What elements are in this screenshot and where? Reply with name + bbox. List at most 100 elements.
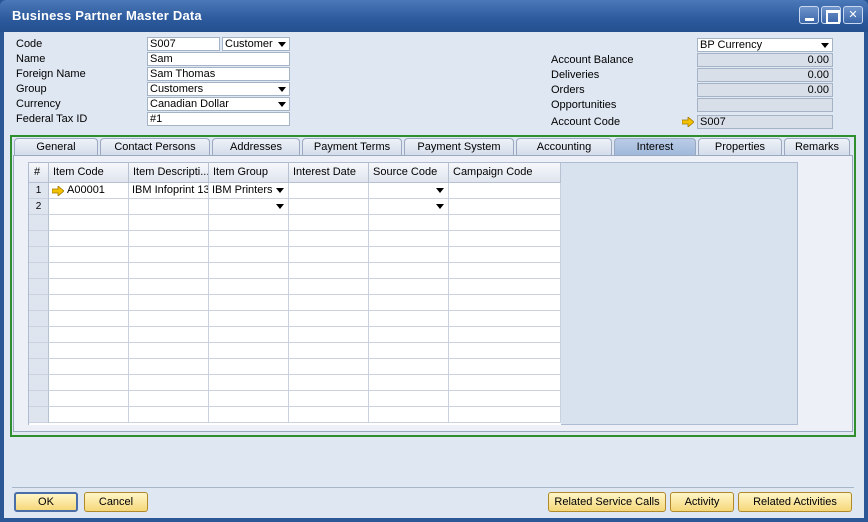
empty-cell[interactable] [369, 295, 449, 311]
table-row-item-group[interactable] [209, 199, 289, 215]
empty-cell[interactable] [129, 391, 209, 407]
table-row-item-group[interactable]: IBM Printers [209, 183, 289, 199]
cancel-button[interactable]: Cancel [84, 492, 148, 512]
empty-cell[interactable] [449, 295, 561, 311]
name-field[interactable]: Sam [147, 52, 290, 66]
column-header-campaign-code[interactable]: Campaign Code [449, 163, 561, 183]
row-number[interactable]: 2 [29, 199, 49, 215]
maximize-icon[interactable] [821, 6, 841, 24]
tab-contact-persons[interactable]: Contact Persons [100, 138, 210, 156]
table-row-item-code[interactable] [49, 199, 129, 215]
table-row-interest-date[interactable] [289, 199, 369, 215]
empty-cell[interactable] [449, 247, 561, 263]
empty-cell[interactable] [369, 407, 449, 423]
tab-payment-terms[interactable]: Payment Terms [302, 138, 402, 156]
empty-cell[interactable] [369, 327, 449, 343]
empty-cell[interactable] [449, 279, 561, 295]
table-row-campaign-code[interactable] [449, 183, 561, 199]
group-select[interactable]: Customers [147, 82, 290, 96]
empty-cell[interactable] [49, 247, 129, 263]
empty-cell[interactable] [449, 375, 561, 391]
table-row-item-code[interactable]: A00001 [49, 183, 129, 199]
empty-cell[interactable] [129, 295, 209, 311]
empty-cell[interactable] [369, 247, 449, 263]
foreign-name-field[interactable]: Sam Thomas [147, 67, 290, 81]
tab-general[interactable]: General [14, 138, 98, 156]
ok-button[interactable]: OK [14, 492, 78, 512]
empty-cell[interactable] [449, 263, 561, 279]
empty-cell[interactable] [289, 295, 369, 311]
empty-cell[interactable] [369, 359, 449, 375]
related-activities-button[interactable]: Related Activities [738, 492, 852, 512]
empty-cell[interactable] [49, 407, 129, 423]
table-row-description[interactable] [129, 199, 209, 215]
empty-cell[interactable] [289, 215, 369, 231]
empty-cell[interactable] [129, 343, 209, 359]
empty-cell[interactable] [289, 391, 369, 407]
related-service-calls-button[interactable]: Related Service Calls [548, 492, 666, 512]
empty-cell[interactable] [209, 215, 289, 231]
empty-cell[interactable] [129, 407, 209, 423]
empty-cell[interactable] [289, 311, 369, 327]
table-row-interest-date[interactable] [289, 183, 369, 199]
row-number[interactable] [29, 247, 49, 263]
empty-cell[interactable] [449, 343, 561, 359]
empty-cell[interactable] [49, 311, 129, 327]
empty-cell[interactable] [289, 375, 369, 391]
empty-cell[interactable] [289, 407, 369, 423]
empty-cell[interactable] [49, 327, 129, 343]
empty-cell[interactable] [209, 343, 289, 359]
empty-cell[interactable] [289, 247, 369, 263]
empty-cell[interactable] [369, 231, 449, 247]
empty-cell[interactable] [449, 407, 561, 423]
empty-cell[interactable] [289, 359, 369, 375]
empty-cell[interactable] [209, 327, 289, 343]
tab-properties[interactable]: Properties [698, 138, 782, 156]
empty-cell[interactable] [129, 215, 209, 231]
row-number[interactable] [29, 295, 49, 311]
tab-payment-system[interactable]: Payment System [404, 138, 514, 156]
empty-cell[interactable] [49, 263, 129, 279]
empty-cell[interactable] [49, 215, 129, 231]
column-header-item-code[interactable]: Item Code [49, 163, 129, 183]
table-row-description[interactable]: IBM Infoprint 1312 [129, 183, 209, 199]
empty-cell[interactable] [49, 279, 129, 295]
table-row-source-code[interactable] [369, 183, 449, 199]
column-header-item-group[interactable]: Item Group [209, 163, 289, 183]
empty-cell[interactable] [129, 311, 209, 327]
empty-cell[interactable] [49, 391, 129, 407]
empty-cell[interactable] [369, 215, 449, 231]
row-number[interactable] [29, 231, 49, 247]
activity-button[interactable]: Activity [670, 492, 734, 512]
empty-cell[interactable] [289, 231, 369, 247]
row-number[interactable] [29, 215, 49, 231]
federal-tax-id-field[interactable]: #1 [147, 112, 290, 126]
empty-cell[interactable] [209, 407, 289, 423]
tab-interest[interactable]: Interest [614, 138, 696, 156]
link-arrow-icon[interactable] [52, 186, 64, 196]
empty-cell[interactable] [209, 247, 289, 263]
empty-cell[interactable] [129, 375, 209, 391]
row-number[interactable]: 1 [29, 183, 49, 199]
tab-addresses[interactable]: Addresses [212, 138, 300, 156]
row-number[interactable] [29, 327, 49, 343]
empty-cell[interactable] [449, 359, 561, 375]
minimize-icon[interactable] [799, 6, 819, 24]
empty-cell[interactable] [369, 391, 449, 407]
empty-cell[interactable] [449, 311, 561, 327]
empty-cell[interactable] [209, 295, 289, 311]
code-field[interactable]: S007 [147, 37, 220, 51]
empty-cell[interactable] [369, 343, 449, 359]
empty-cell[interactable] [449, 215, 561, 231]
table-row-source-code[interactable] [369, 199, 449, 215]
empty-cell[interactable] [129, 247, 209, 263]
row-number[interactable] [29, 311, 49, 327]
empty-cell[interactable] [209, 263, 289, 279]
empty-cell[interactable] [369, 279, 449, 295]
empty-cell[interactable] [209, 359, 289, 375]
title-bar[interactable]: Business Partner Master Data ✕ [0, 0, 868, 32]
empty-cell[interactable] [449, 231, 561, 247]
row-number[interactable] [29, 375, 49, 391]
close-icon[interactable]: ✕ [843, 6, 863, 24]
empty-cell[interactable] [49, 359, 129, 375]
